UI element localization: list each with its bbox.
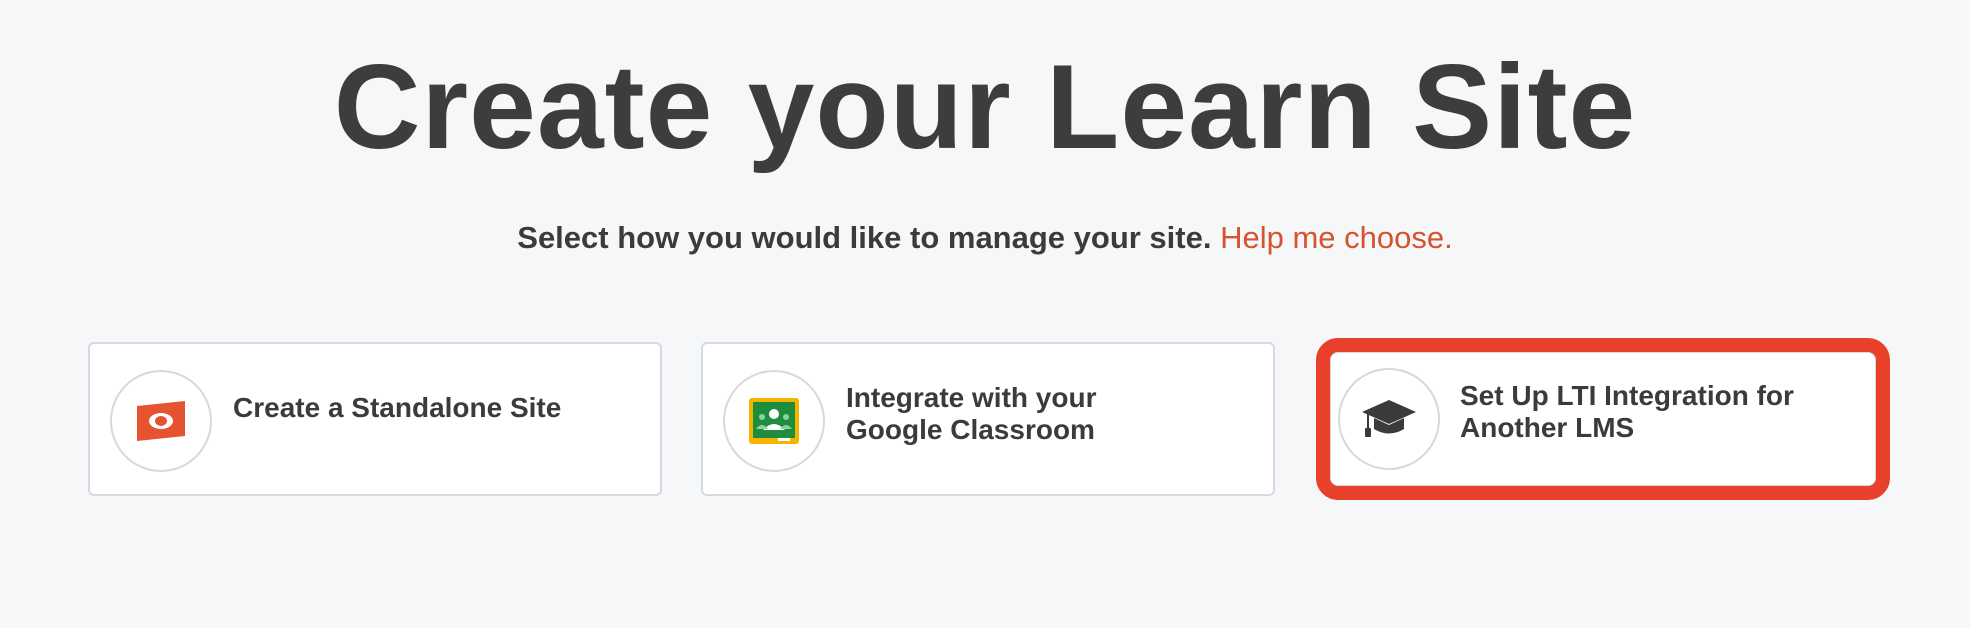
help-me-choose-link[interactable]: Help me choose. [1220, 220, 1453, 255]
subtitle-text: Select how you would like to manage your… [517, 220, 1212, 255]
standalone-site-icon [110, 370, 212, 472]
google-classroom-option[interactable]: Integrate with your Google Classroom [701, 342, 1275, 496]
lti-integration-option[interactable]: Set Up LTI Integration for Another LMS [1316, 338, 1890, 500]
standalone-site-label: Create a Standalone Site [233, 392, 562, 423]
subtitle: Select how you would like to manage your… [0, 218, 1970, 258]
google-classroom-icon [723, 370, 825, 472]
google-classroom-label: Integrate with your Google Classroom [846, 382, 1097, 445]
lti-integration-label: Set Up LTI Integration for Another LMS [1460, 380, 1794, 443]
create-site-page: Create your Learn Site Select how you wo… [0, 0, 1970, 628]
standalone-site-option[interactable]: Create a Standalone Site [88, 342, 662, 496]
graduation-cap-icon [1338, 368, 1440, 470]
page-title: Create your Learn Site [333, 40, 1637, 174]
